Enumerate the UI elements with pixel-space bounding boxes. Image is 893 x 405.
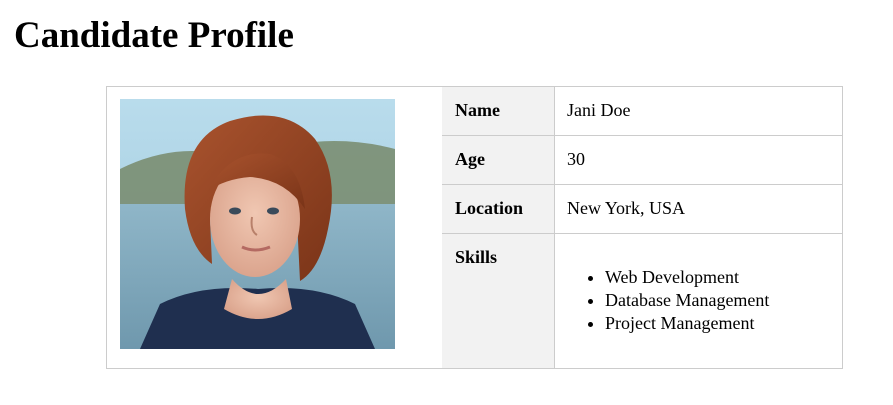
name-value: Jani Doe xyxy=(567,100,631,120)
profile-details: Name Jani Doe Age 30 Location New York, … xyxy=(442,87,842,368)
name-label: Name xyxy=(442,87,555,135)
skills-label: Skills xyxy=(442,234,555,368)
row-location: Location New York, USA xyxy=(442,185,842,234)
candidate-photo xyxy=(120,99,395,349)
skills-list: Web Development Database Management Proj… xyxy=(555,266,769,335)
age-value: 30 xyxy=(567,149,585,169)
page-title: Candidate Profile xyxy=(14,15,294,56)
location-value: New York, USA xyxy=(567,198,686,218)
row-name: Name Jani Doe xyxy=(442,87,842,136)
skill-item: Project Management xyxy=(605,312,769,335)
location-label: Location xyxy=(442,185,555,233)
age-label: Age xyxy=(442,136,555,184)
row-skills: Skills Web Development Database Manageme… xyxy=(442,234,842,368)
skill-item: Web Development xyxy=(605,266,769,289)
skill-item: Database Management xyxy=(605,289,769,312)
skills-value: Web Development Database Management Proj… xyxy=(555,234,842,368)
photo-cell xyxy=(107,87,443,368)
profile-table: Name Jani Doe Age 30 Location New York, … xyxy=(106,86,843,369)
row-age: Age 30 xyxy=(442,136,842,185)
